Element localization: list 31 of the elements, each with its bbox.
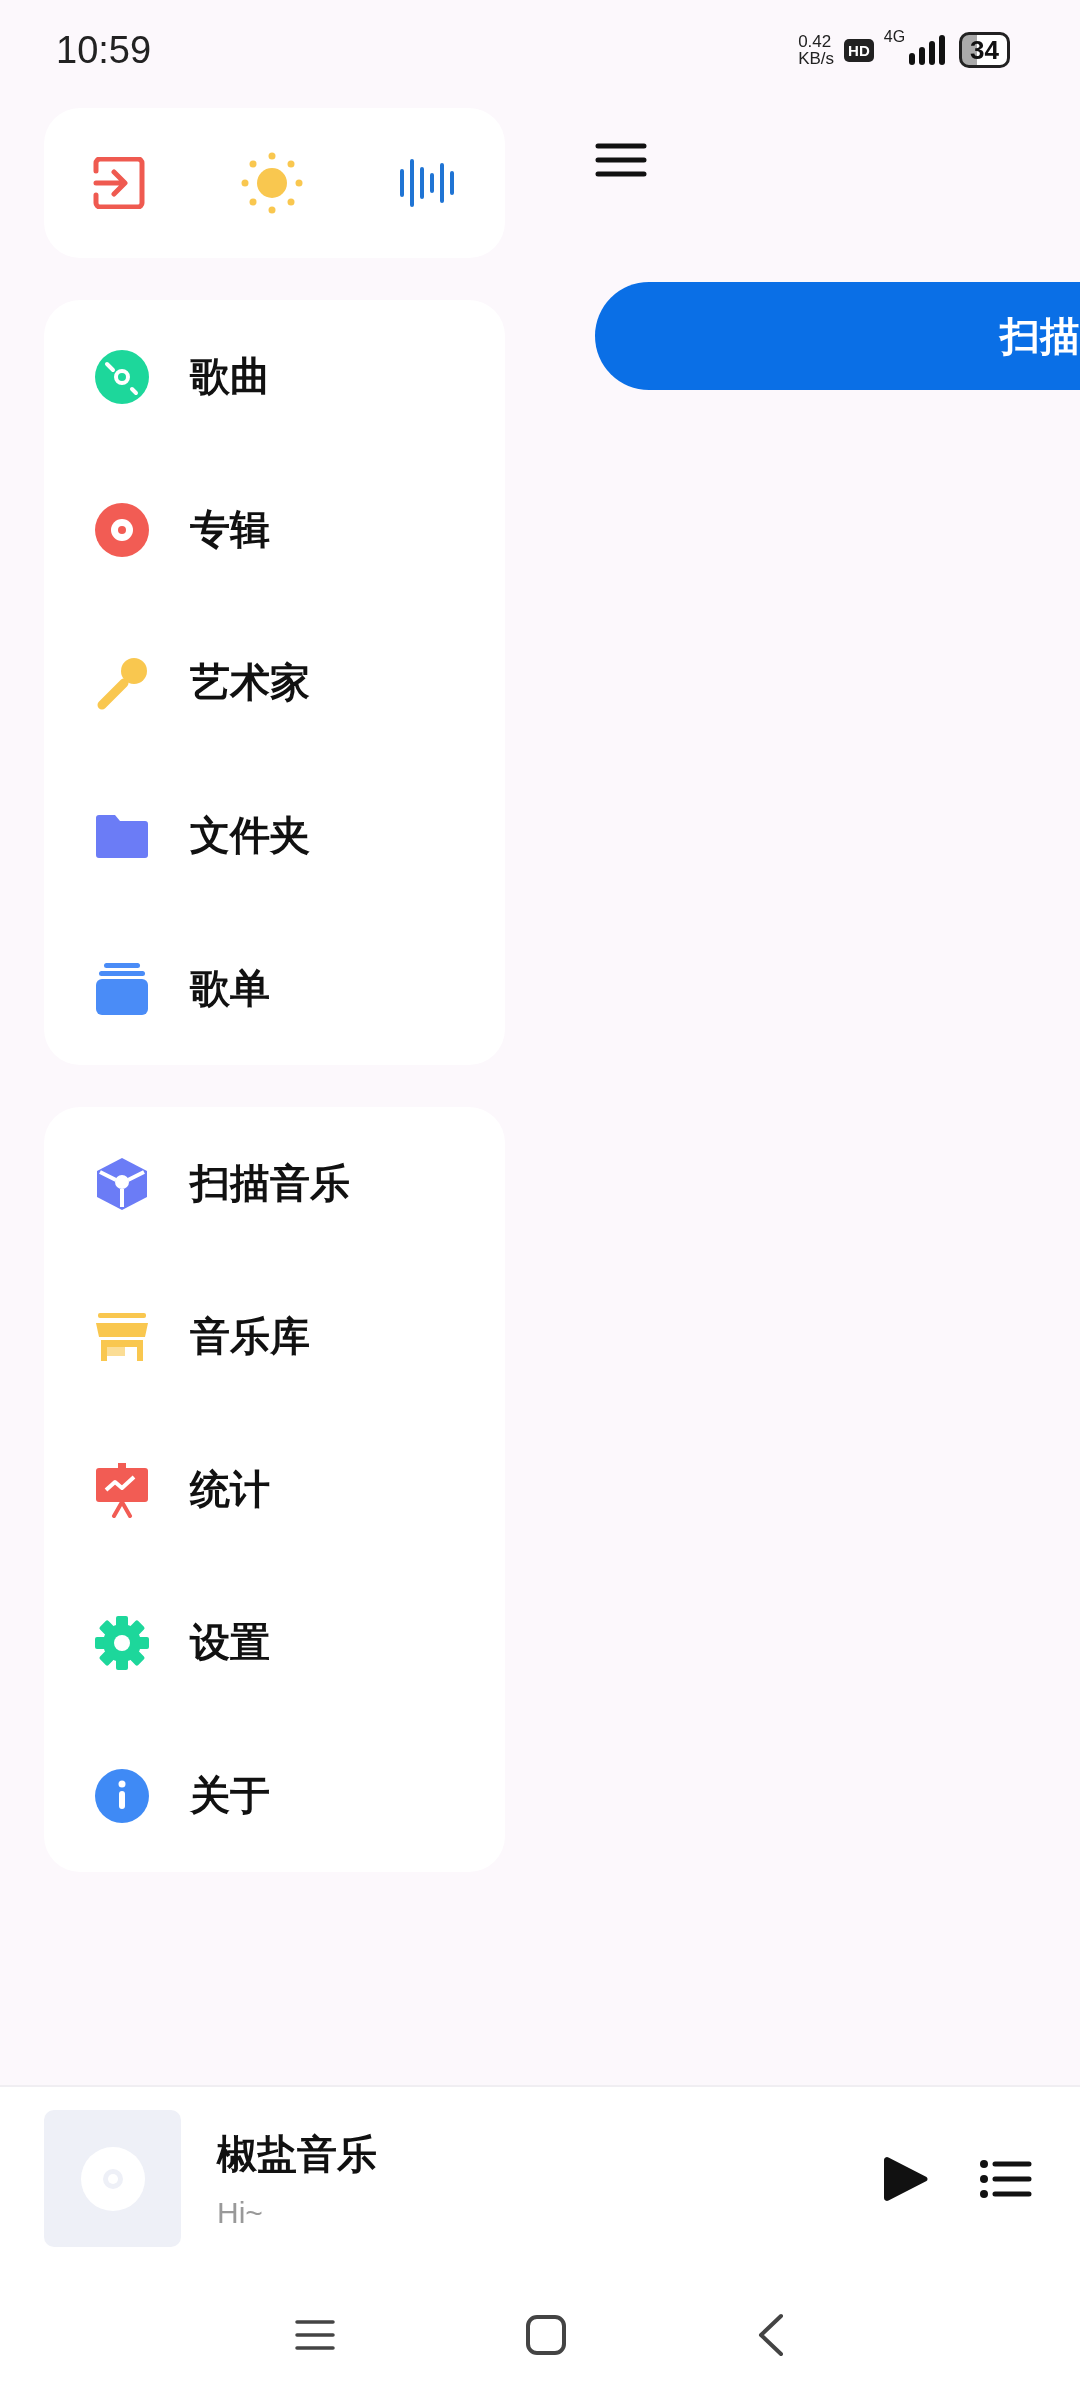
scan-button[interactable]: 扫描 [595,282,1080,390]
exit-icon[interactable] [91,157,146,209]
disc-icon [94,348,150,405]
drawer-item[interactable]: 音乐库 [44,1260,505,1413]
drawer-item[interactable]: 歌单 [44,912,505,1065]
track-title: 椒盐音乐 [217,2130,377,2179]
info-icon [94,1767,150,1824]
drawer-item[interactable]: 专辑 [44,453,505,606]
drawer-item[interactable]: 文件夹 [44,759,505,912]
drawer-item[interactable]: 关于 [44,1719,505,1872]
record-icon [94,501,150,558]
recents-icon[interactable] [295,2319,335,2351]
drawer-item[interactable]: 设置 [44,1566,505,1719]
hd-badge: HD [844,38,874,62]
drawer-item[interactable]: 艺术家 [44,606,505,759]
menu-icon[interactable] [595,143,647,177]
network-type: 4G [883,28,906,46]
stack-icon [94,960,150,1017]
drawer-item[interactable]: 歌曲 [44,300,505,453]
track-subtitle: Hi~ [217,2196,263,2230]
drawer-item[interactable]: 扫描音乐 [44,1107,505,1260]
status-time: 10:59 [56,28,152,72]
back-icon[interactable] [757,2313,785,2357]
cube-icon [94,1155,150,1212]
network-speed: 0.42 KB/s [798,33,835,67]
battery-indicator: 34 [959,32,1010,68]
settings-icon [94,1614,150,1671]
drawer-item[interactable]: 统计 [44,1413,505,1566]
home-icon[interactable] [525,2314,567,2356]
chart-board-icon [94,1461,150,1518]
queue-icon[interactable] [980,2159,1032,2198]
